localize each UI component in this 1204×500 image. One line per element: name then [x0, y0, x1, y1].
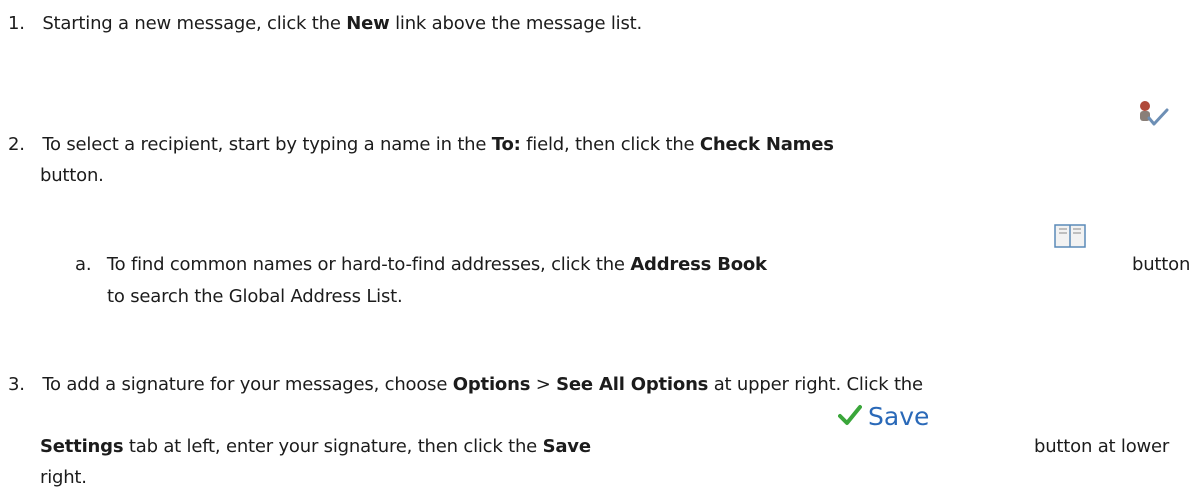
check-names-icon [1135, 98, 1171, 130]
step-3-bold-options: Options [452, 374, 531, 395]
step-3-text-after: at upper right. Click the [708, 374, 923, 395]
checkmark-icon [838, 404, 862, 430]
step-2a-number: a. [75, 254, 92, 275]
step-3-line2-text: tab at left, enter your signature, then … [123, 436, 543, 457]
step-1-text-before: Starting a new message, click the [42, 13, 347, 34]
step-2-bold-to: To: [491, 134, 521, 155]
step-1-text-after: link above the message list. [389, 13, 643, 34]
step-2a-text-before: To find common names or hard-to-find add… [106, 254, 631, 275]
step-2a-continuation: to search the Global Address List. [107, 286, 403, 307]
step-2a-text-after: button [1132, 254, 1191, 275]
step-3-number: 3. [8, 374, 25, 395]
step-3-bold-see-all-options: See All Options [556, 374, 709, 395]
step-2-text-mid: field, then click the [520, 134, 700, 155]
step-2-bold-check-names: Check Names [699, 134, 834, 155]
step-2-number: 2. [8, 134, 25, 155]
step-3-bold-settings: Settings [40, 436, 124, 457]
step-3-bold-save: Save [542, 436, 591, 457]
save-button-label: Save [868, 402, 930, 431]
step-2a: a. To find common names or hard-to-find … [75, 253, 767, 277]
address-book-icon [1052, 221, 1088, 251]
save-button-image: Save [838, 403, 929, 431]
step-2: 2. To select a recipient, start by typin… [8, 133, 834, 157]
step-2-continuation: button. [40, 165, 104, 186]
step-3-text-before: To add a signature for your messages, ch… [42, 374, 453, 395]
step-1-number: 1. [8, 13, 25, 34]
step-1: 1. Starting a new message, click the New… [8, 12, 642, 36]
step-3-sep: > [530, 374, 557, 395]
step-1-bold-new: New [346, 13, 390, 34]
step-3-line-2: Settings tab at left, enter your signatu… [40, 435, 591, 459]
step-3: 3. To add a signature for your messages,… [8, 373, 923, 397]
step-2-text-before: To select a recipient, start by typing a… [42, 134, 492, 155]
step-3-line2-after: button at lower [1034, 436, 1170, 457]
step-3-continuation: right. [40, 467, 87, 488]
step-2a-bold-address-book: Address Book [630, 254, 767, 275]
